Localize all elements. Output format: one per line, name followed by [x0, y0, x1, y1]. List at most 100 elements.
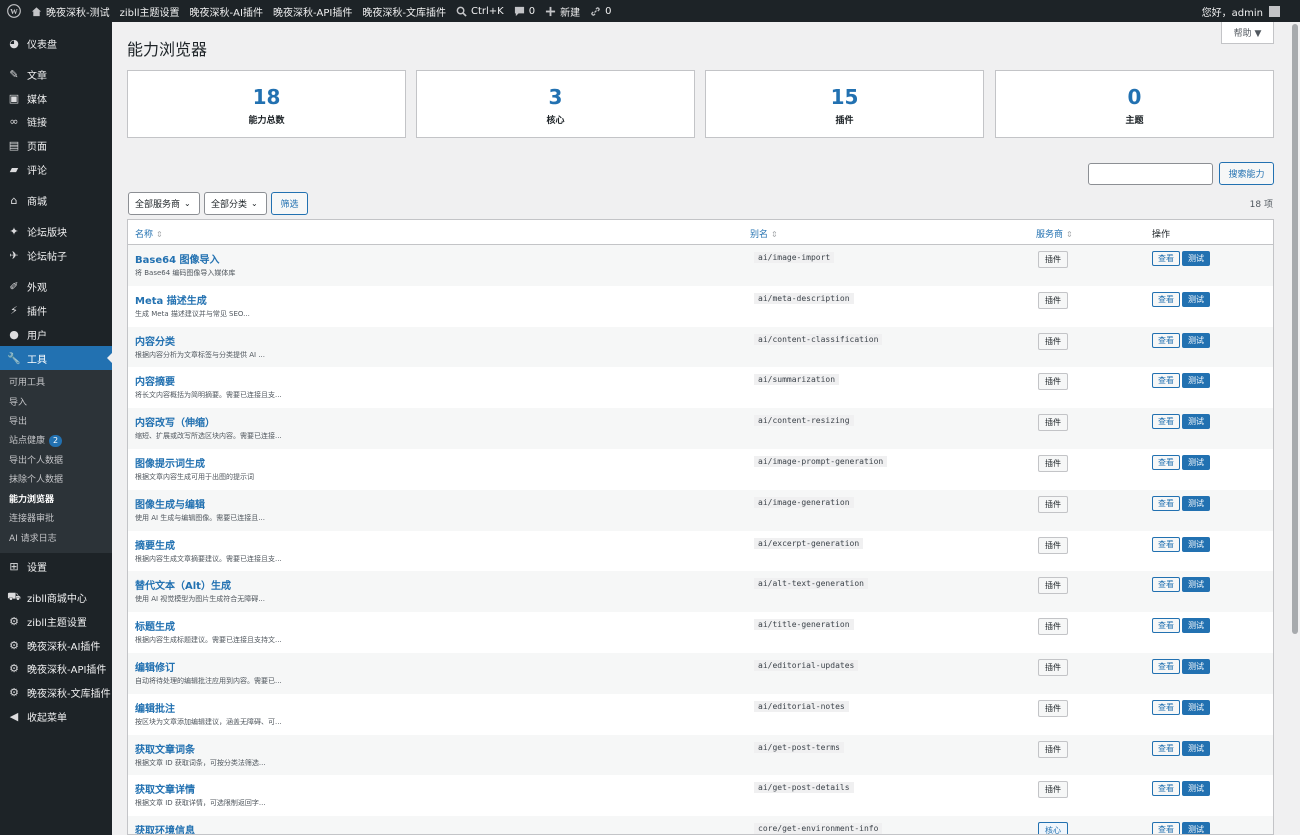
- search-shortcut-label: Ctrl+K: [471, 5, 504, 17]
- scrollbar-thumb[interactable]: [1292, 24, 1298, 634]
- submenu-item-import[interactable]: 导入: [9, 394, 27, 412]
- test-button[interactable]: 测试: [1182, 291, 1210, 307]
- test-button[interactable]: 测试: [1182, 781, 1210, 797]
- sidebar-item-pages[interactable]: ▤ 页面: [0, 133, 112, 157]
- test-button[interactable]: 测试: [1182, 659, 1210, 674]
- ability-title-link[interactable]: 图像提示词生成: [135, 455, 205, 470]
- sidebar-item-store[interactable]: ⌂ 商城: [0, 188, 112, 212]
- sidebar-item-zibll-store[interactable]: ⛟ zibll商城中心: [0, 585, 112, 609]
- new-content-button[interactable]: 新建: [540, 0, 585, 22]
- ability-title-link[interactable]: 获取文章词条: [135, 741, 195, 756]
- page-scrollbar[interactable]: [1290, 22, 1300, 835]
- view-button[interactable]: 查看: [1152, 332, 1180, 348]
- sidebar-item-comments[interactable]: ▰ 评论: [0, 157, 112, 181]
- sidebar-item-forum-boards[interactable]: ✦ 论坛版块: [0, 219, 112, 243]
- sidebar-item-appearance[interactable]: ✐ 外观: [0, 274, 112, 298]
- test-button[interactable]: 测试: [1182, 699, 1210, 715]
- view-button[interactable]: 查看: [1152, 699, 1180, 715]
- comments-link[interactable]: 0: [509, 0, 540, 22]
- view-button[interactable]: 查看: [1152, 536, 1180, 552]
- view-button[interactable]: 查看: [1152, 822, 1180, 834]
- ability-title-link[interactable]: 摘要生成: [135, 537, 175, 552]
- sidebar-item-plugins[interactable]: ⚡ 插件: [0, 298, 112, 322]
- sidebar-item-tools[interactable]: 🔧 工具: [0, 346, 112, 370]
- test-button[interactable]: 测试: [1182, 740, 1210, 756]
- view-button[interactable]: 查看: [1152, 455, 1180, 470]
- test-button[interactable]: 测试: [1182, 536, 1210, 552]
- test-button[interactable]: 测试: [1182, 373, 1210, 389]
- filter-button[interactable]: 筛选: [271, 192, 308, 215]
- submenu-item-ability-browser[interactable]: 能力浏览器: [9, 491, 54, 509]
- column-header-name[interactable]: 名称 ⇕: [135, 227, 163, 240]
- submenu-item-erase-personal-data[interactable]: 抹除个人数据: [9, 471, 63, 489]
- ability-title-link[interactable]: Meta 描述生成: [135, 292, 207, 307]
- test-button[interactable]: 测试: [1182, 332, 1210, 348]
- test-button[interactable]: 测试: [1182, 618, 1210, 634]
- test-button[interactable]: 测试: [1182, 414, 1210, 430]
- category-filter-select[interactable]: 全部分类 ⌄: [204, 192, 267, 215]
- sidebar-item-ai-plugin[interactable]: ⚙ 晚夜深秋-AI插件: [0, 633, 112, 657]
- view-button[interactable]: 查看: [1152, 740, 1180, 756]
- sidebar-item-library-plugin[interactable]: ⚙ 晚夜深秋-文库插件: [0, 680, 112, 704]
- chevron-down-icon: ⌄: [184, 199, 191, 208]
- submenu-item-ai-request-log[interactable]: AI 请求日志: [9, 530, 57, 548]
- ability-title-link[interactable]: 获取文章详情: [135, 781, 195, 796]
- test-button[interactable]: 测试: [1182, 822, 1210, 834]
- adminbar-item-zibll[interactable]: zibll主题设置: [115, 0, 185, 22]
- command-palette-button[interactable]: Ctrl+K: [451, 0, 509, 22]
- links-button[interactable]: 0: [585, 0, 616, 22]
- sidebar-item-settings[interactable]: ⊞ 设置: [0, 554, 112, 578]
- view-button[interactable]: 查看: [1152, 373, 1180, 389]
- svg-text:W: W: [10, 7, 18, 16]
- view-button[interactable]: 查看: [1152, 251, 1180, 266]
- ability-title-link[interactable]: 内容分类: [135, 333, 175, 348]
- column-header-slug[interactable]: 别名 ⇕: [750, 227, 778, 240]
- test-button[interactable]: 测试: [1182, 577, 1210, 593]
- ability-title-link[interactable]: 获取环境信息: [135, 822, 195, 834]
- submenu-item-available-tools[interactable]: 可用工具: [9, 374, 45, 392]
- stat-card-core: 3 核心: [416, 70, 695, 138]
- view-button[interactable]: 查看: [1152, 291, 1180, 307]
- ability-title-link[interactable]: Base64 图像导入: [135, 251, 220, 266]
- sidebar-item-links[interactable]: ∞ 链接: [0, 109, 112, 133]
- ability-title-link[interactable]: 图像生成与编辑: [135, 496, 205, 511]
- submenu-item-export-personal-data[interactable]: 导出个人数据: [9, 452, 63, 470]
- view-button[interactable]: 查看: [1152, 577, 1180, 593]
- sidebar-item-users[interactable]: ● 用户: [0, 322, 112, 346]
- test-button[interactable]: 测试: [1182, 495, 1210, 511]
- site-name-link[interactable]: 晚夜深秋-测试: [26, 0, 115, 22]
- sidebar-item-api-plugin[interactable]: ⚙ 晚夜深秋-API插件: [0, 656, 112, 680]
- sidebar-item-zibll-theme[interactable]: ⚙ zibll主题设置: [0, 609, 112, 633]
- submenu-item-site-health[interactable]: 站点健康 2: [9, 432, 63, 450]
- ability-title-link[interactable]: 替代文本（Alt）生成: [135, 577, 231, 592]
- wordpress-logo-icon[interactable]: W: [2, 0, 26, 22]
- provider-filter-select[interactable]: 全部服务商 ⌄: [128, 192, 200, 215]
- view-button[interactable]: 查看: [1152, 414, 1180, 430]
- collapse-menu-button[interactable]: ◀ 收起菜单: [0, 704, 112, 728]
- search-abilities-button[interactable]: 搜索能力: [1219, 162, 1274, 185]
- adminbar-item-ai-plugin[interactable]: 晚夜深秋-AI插件: [185, 0, 268, 22]
- sidebar-item-media[interactable]: ▣ 媒体: [0, 86, 112, 110]
- sidebar-item-dashboard[interactable]: ◕ 仪表盘: [0, 31, 112, 55]
- view-button[interactable]: 查看: [1152, 495, 1180, 511]
- sidebar-item-posts[interactable]: ✎ 文章: [0, 62, 112, 86]
- submenu-item-export[interactable]: 导出: [9, 413, 27, 431]
- help-tab-button[interactable]: 帮助 ▼: [1221, 22, 1274, 44]
- view-button[interactable]: 查看: [1152, 618, 1180, 634]
- test-button[interactable]: 测试: [1182, 455, 1210, 470]
- my-account[interactable]: 您好，admin: [1202, 4, 1300, 19]
- ability-search-input[interactable]: [1088, 163, 1213, 185]
- view-button[interactable]: 查看: [1152, 659, 1180, 674]
- ability-title-link[interactable]: 标题生成: [135, 618, 175, 633]
- adminbar-item-library-plugin[interactable]: 晚夜深秋-文库插件: [357, 0, 451, 22]
- ability-title-link[interactable]: 编辑修订: [135, 659, 175, 674]
- ability-title-link[interactable]: 内容改写（伸缩）: [135, 414, 215, 429]
- view-button[interactable]: 查看: [1152, 781, 1180, 797]
- ability-title-link[interactable]: 编辑批注: [135, 700, 175, 715]
- test-button[interactable]: 测试: [1182, 251, 1210, 266]
- adminbar-item-api-plugin[interactable]: 晚夜深秋-API插件: [268, 0, 357, 22]
- sidebar-item-forum-posts[interactable]: ✈ 论坛帖子: [0, 243, 112, 267]
- column-header-provider[interactable]: 服务商 ⇕: [1036, 227, 1073, 240]
- submenu-item-connector-approval[interactable]: 连接器审批: [9, 510, 54, 528]
- ability-title-link[interactable]: 内容摘要: [135, 373, 175, 388]
